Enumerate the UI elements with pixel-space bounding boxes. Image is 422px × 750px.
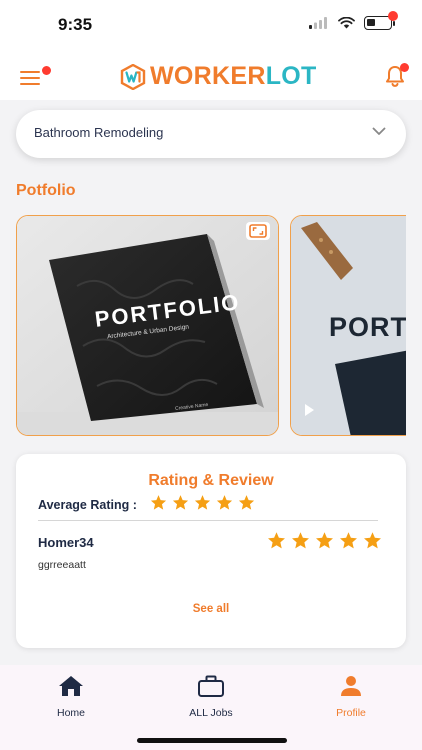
logo-text: WORKERLOT [150,62,317,91]
chevron-down-icon [372,127,386,135]
portfolio-item[interactable]: PORTFOLIO Architecture & Urban Design Cr… [16,215,279,436]
tab-all-jobs[interactable]: ALL Jobs [156,675,266,719]
notification-badge [400,63,409,72]
logo-text-lot: LOT [265,62,317,90]
home-indicator[interactable] [137,738,287,743]
expand-button[interactable] [246,222,270,240]
reviewer-name: Homer34 [38,535,94,550]
play-icon[interactable] [303,403,315,417]
portfolio-carousel[interactable]: PORTFOLIO Architecture & Urban Design Cr… [16,215,406,436]
status-bar: 9:35 [0,0,422,52]
rating-review-title: Rating & Review [148,472,274,489]
review-stars [267,531,382,550]
average-rating-stars [150,494,255,511]
portfolio-section-title: Potfolio [16,182,76,199]
logo-mark-icon [120,63,146,90]
review-text: ggrreeaatt [38,559,86,571]
logo-text-worker: WORKER [150,62,266,90]
expand-icon [249,224,267,238]
average-rating-label: Average Rating : [38,498,137,512]
star-icon [172,495,189,510]
tab-home-label: Home [56,707,85,719]
star-icon [150,495,167,510]
status-icons [309,11,398,30]
tab-all-jobs-label: ALL Jobs [189,707,233,719]
briefcase-icon [198,675,224,697]
battery-icon [364,11,398,30]
service-dropdown[interactable]: Bathroom Remodeling [16,110,406,158]
tab-profile-label: Profile [336,707,366,719]
rating-review-card: Rating & Review Average Rating : Homer34… [16,454,406,648]
service-dropdown-value: Bathroom Remodeling [34,125,164,140]
menu-notification-dot [42,66,51,75]
status-time: 9:35 [58,15,93,34]
star-icon [340,532,357,549]
wifi-icon [338,17,355,29]
star-icon [238,495,255,510]
star-icon [364,532,381,549]
tab-home[interactable]: Home [16,675,126,719]
portfolio-cover-title: PORT [329,312,406,342]
star-icon [268,532,285,549]
star-icon [316,532,333,549]
cellular-signal-icon [309,17,327,29]
tab-profile[interactable]: Profile [296,675,406,719]
see-all-link[interactable]: See all [16,603,406,615]
person-icon [341,676,361,696]
battery-alert-dot [388,11,398,21]
portfolio-item[interactable]: PORT [290,215,406,436]
workerlot-logo: WORKERLOT [120,62,317,91]
star-icon [216,495,233,510]
star-icon [292,532,309,549]
divider [38,520,378,521]
notifications-button[interactable] [384,63,409,88]
app-header: WORKERLOT [0,52,422,100]
menu-button[interactable] [20,66,51,86]
home-icon [59,676,83,696]
star-icon [194,495,211,510]
